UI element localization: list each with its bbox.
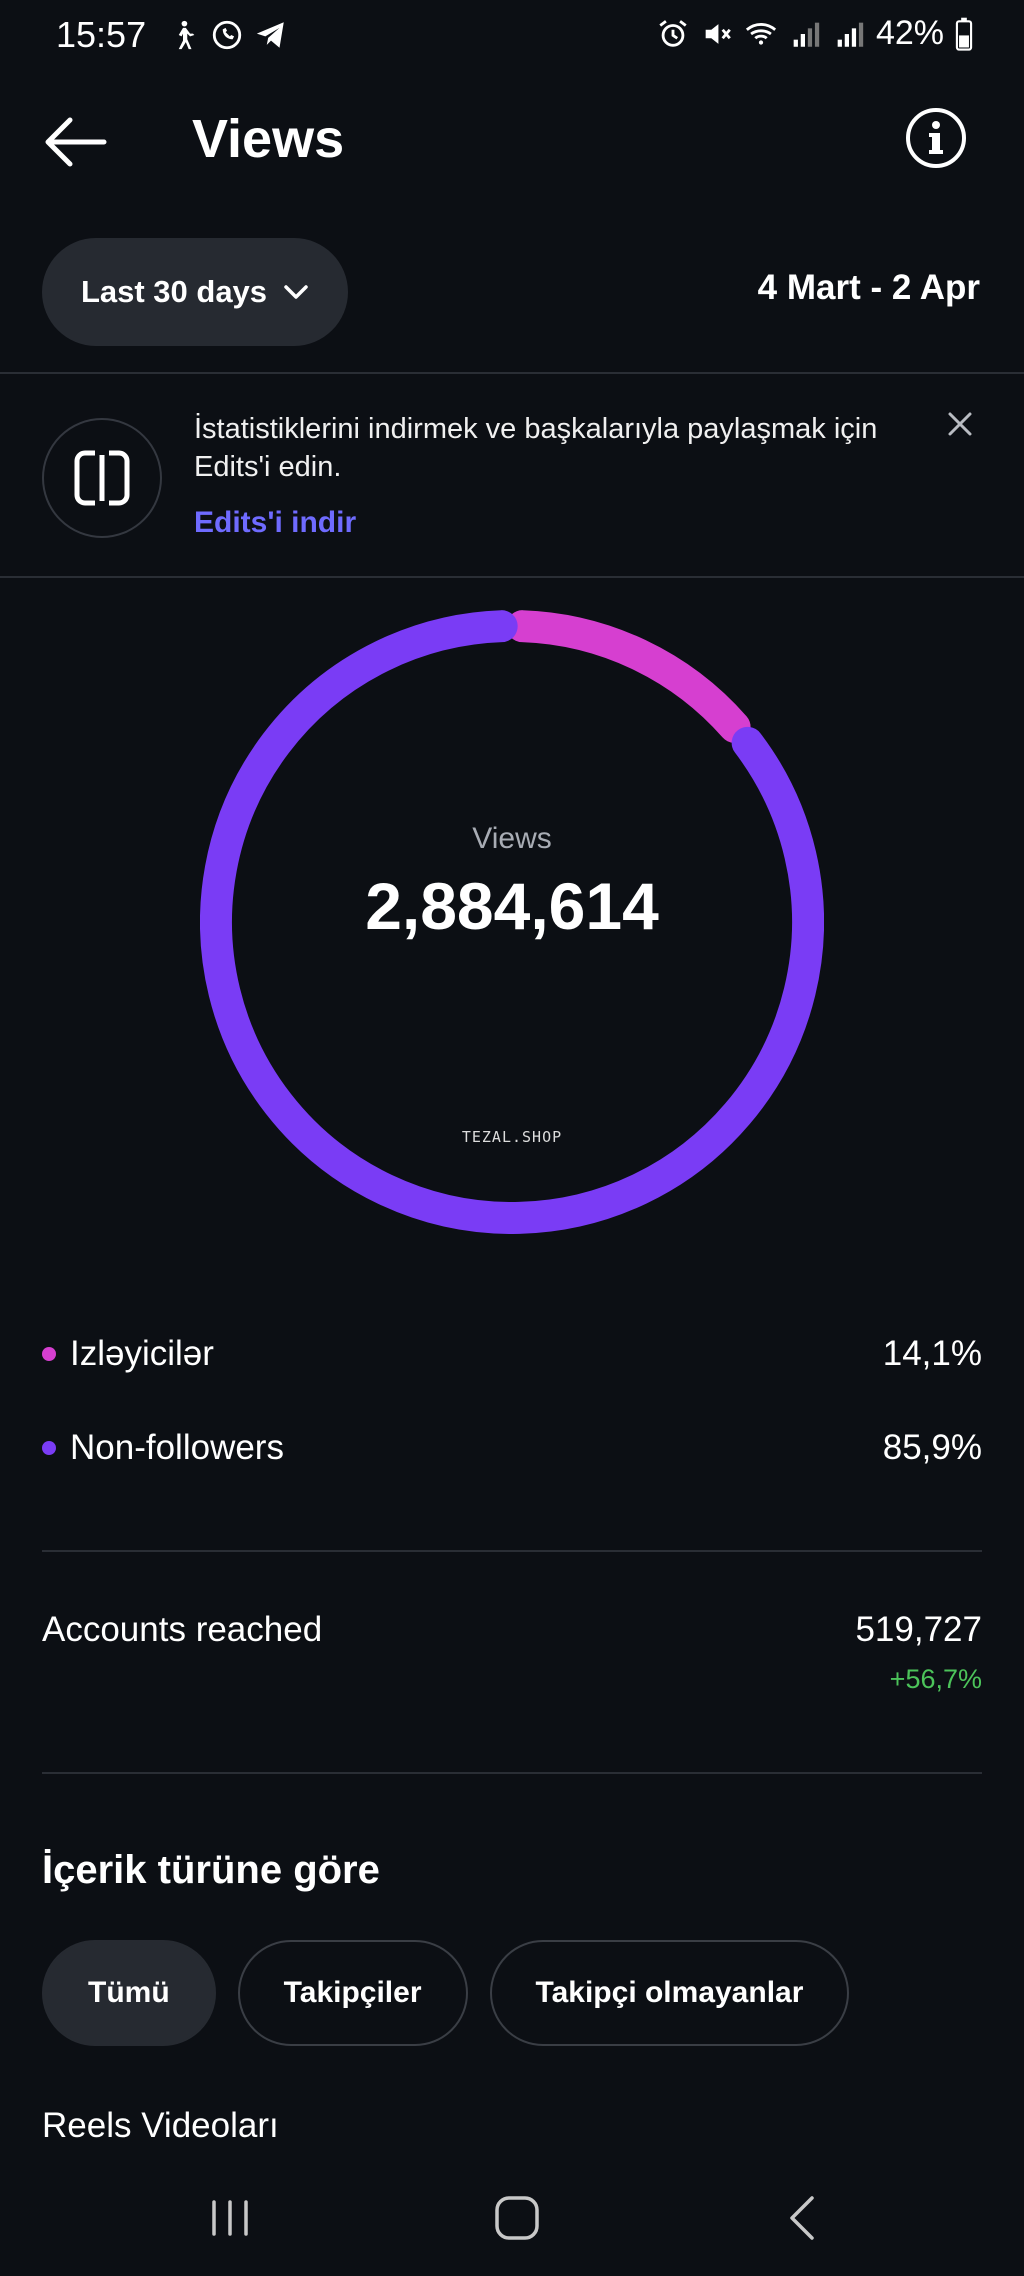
reels-section-label: Reels Videoları bbox=[42, 2106, 279, 2145]
recent-apps-icon[interactable] bbox=[200, 2190, 260, 2246]
legend-dot bbox=[42, 1441, 56, 1455]
date-range-text: 4 Mart - 2 Apr bbox=[757, 268, 980, 307]
status-time: 15:57 bbox=[56, 14, 147, 55]
close-icon[interactable] bbox=[938, 402, 982, 446]
info-icon[interactable] bbox=[904, 106, 968, 170]
alarm-icon bbox=[659, 19, 687, 47]
whatsapp-icon bbox=[212, 20, 242, 50]
chevron-down-icon bbox=[284, 285, 308, 299]
wifi-icon bbox=[745, 22, 777, 45]
legend-label: Izləyicilər bbox=[70, 1334, 214, 1373]
legend-dot bbox=[42, 1347, 56, 1361]
walking-icon bbox=[178, 20, 195, 50]
donut-center-label: Views bbox=[472, 822, 552, 855]
legend-label: Non-followers bbox=[70, 1428, 284, 1467]
divider bbox=[0, 372, 1024, 374]
date-range-label: Last 30 days bbox=[80, 274, 268, 309]
content-type-tabs: Tümü Takipçiler Takipçi olmayanlar bbox=[42, 1940, 850, 2046]
total-views-value: 2,884,614 bbox=[365, 869, 659, 943]
divider bbox=[42, 1550, 982, 1552]
tab-non-followers[interactable]: Takipçi olmayanlar bbox=[489, 1940, 850, 2046]
watermark: TEZAL.SHOP bbox=[461, 1128, 563, 1146]
accounts-reached-label: Accounts reached bbox=[42, 1610, 323, 1649]
divider bbox=[0, 576, 1024, 578]
top-bar: Views bbox=[0, 88, 1024, 192]
signal-icon bbox=[793, 22, 820, 47]
donut-segment-izl-yicil-r bbox=[506, 610, 751, 743]
mute-icon bbox=[705, 23, 731, 44]
telegram-icon bbox=[256, 22, 284, 48]
edits-app-icon bbox=[42, 418, 162, 538]
battery-icon bbox=[955, 17, 973, 51]
legend-row-non-followers: Non-followers 85,9% bbox=[42, 1418, 982, 1478]
tab-all[interactable]: Tümü bbox=[42, 1940, 216, 2046]
accounts-reached-value: 519,727 bbox=[855, 1610, 982, 1649]
battery-percent: 42% bbox=[875, 14, 944, 52]
views-insights-screen: 15:57 42% Views Last 30 days 4 Mart - 2 … bbox=[0, 0, 1024, 2276]
legend-value: 14,1% bbox=[882, 1334, 982, 1373]
legend-row-followers: Izləyicilər 14,1% bbox=[42, 1324, 982, 1384]
system-navigation-bar bbox=[0, 2160, 1024, 2276]
back-nav-icon[interactable] bbox=[774, 2190, 834, 2246]
divider bbox=[42, 1772, 982, 1774]
status-bar: 15:57 42% bbox=[0, 0, 1024, 76]
tab-followers[interactable]: Takipçiler bbox=[237, 1940, 468, 2046]
date-range-dropdown[interactable]: Last 30 days bbox=[42, 238, 348, 346]
legend-value: 85,9% bbox=[882, 1428, 982, 1467]
content-type-title: İçerik türüne göre bbox=[42, 1848, 380, 1892]
edits-banner-text: İstatistiklerini indirmek ve başkalarıyl… bbox=[194, 413, 878, 483]
back-arrow-icon[interactable] bbox=[40, 114, 110, 170]
accounts-reached-change: +56,7% bbox=[889, 1664, 982, 1694]
page-title: Views bbox=[192, 109, 345, 169]
home-icon[interactable] bbox=[488, 2190, 548, 2246]
download-edits-link[interactable]: Edits'i indir bbox=[194, 506, 356, 540]
signal-icon bbox=[837, 22, 864, 47]
